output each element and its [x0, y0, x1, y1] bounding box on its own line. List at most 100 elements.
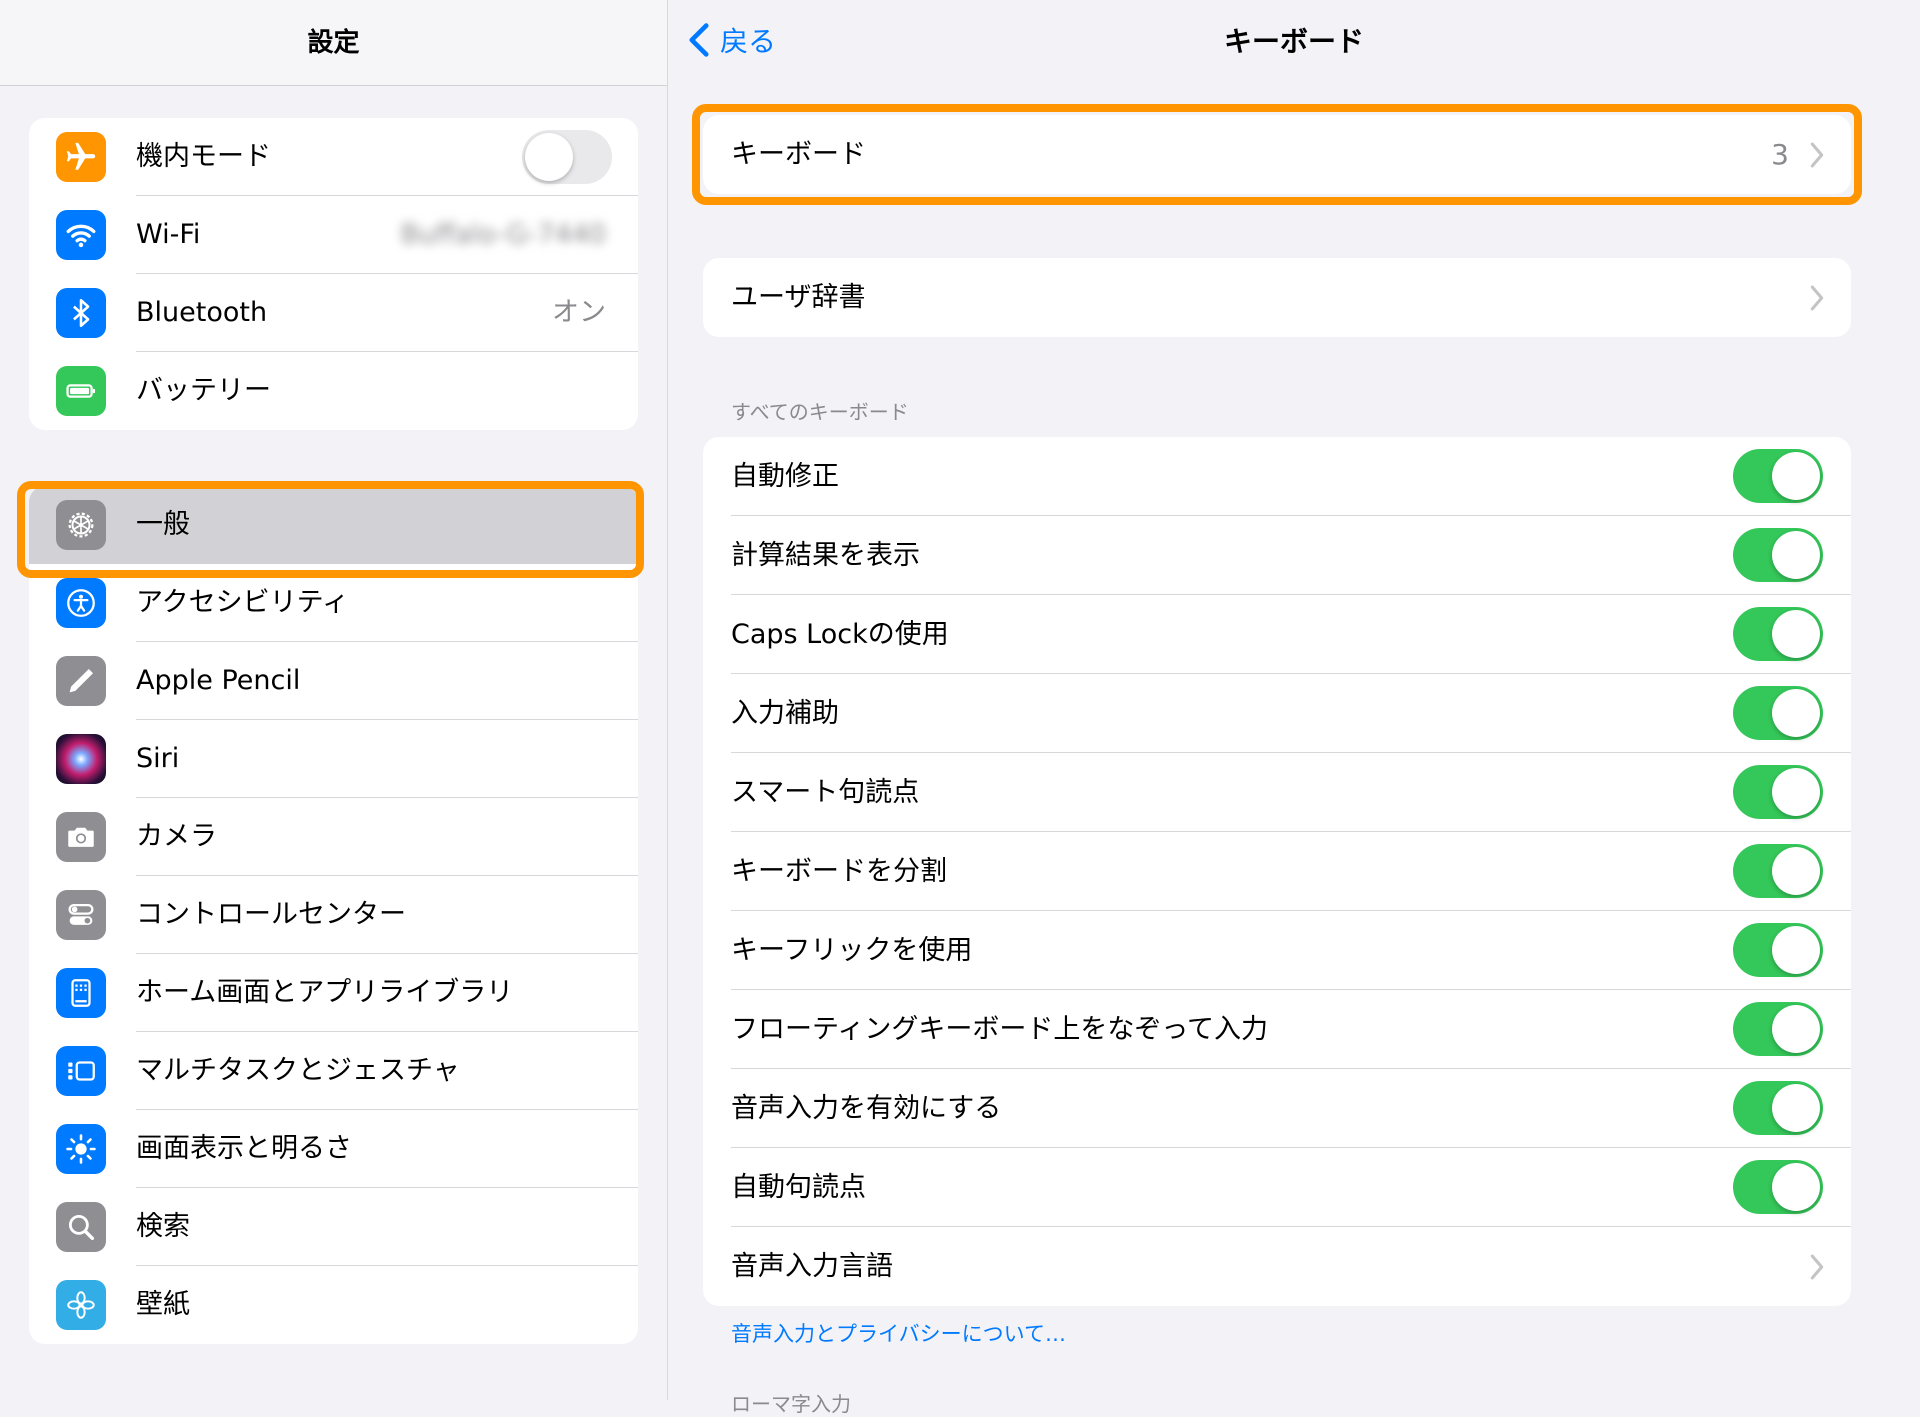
setting-row-split-keyboard: キーボードを分割 [703, 832, 1851, 911]
sidebar-item-label: 壁紙 [136, 1289, 190, 1320]
wallpaper-icon [56, 1280, 106, 1330]
sidebar-item-apple-pencil[interactable]: Apple Pencil [29, 642, 638, 720]
sidebar-item-label: マルチタスクとジェスチャ [136, 1055, 460, 1086]
setting-row-caps-lock: Caps Lockの使用 [703, 595, 1851, 674]
chevron-right-icon [1810, 1254, 1824, 1280]
setting-label: 音声入力を有効にする [731, 1093, 1002, 1124]
sidebar-header: 設定 [0, 0, 667, 86]
airplane-icon [56, 132, 106, 182]
setting-row-key-flicks: キーフリックを使用 [703, 911, 1851, 990]
chevron-right-icon [1810, 142, 1824, 168]
all-keyboards-group: 自動修正 計算結果を表示 Caps Lockの使用 入力補助 スマート句読点 キ… [703, 437, 1851, 1306]
user-dictionary-group: ユーザ辞書 [703, 258, 1851, 337]
sidebar-item-label: 機内モード [136, 141, 271, 172]
page-title: キーボード [1223, 25, 1364, 58]
sidebar-item-label: コントロールセンター [136, 899, 406, 930]
caps-lock-toggle[interactable] [1733, 607, 1823, 661]
sidebar-item-label: 検索 [136, 1211, 190, 1242]
sidebar-item-label: 一般 [136, 509, 190, 540]
key-flicks-toggle[interactable] [1733, 923, 1823, 977]
keyboards-count: 3 [1771, 138, 1789, 171]
dictation-privacy-link[interactable]: 音声入力とプライバシーについて… [731, 1318, 1066, 1348]
multitask-icon [56, 1046, 106, 1096]
sidebar-item-general[interactable]: 一般 [29, 486, 638, 564]
keyboard-settings-pane: 戻る キーボード キーボード 3 ユーザ辞書 すべてのキーボード 自動修正 計算… [668, 0, 1920, 1416]
show-calculation-toggle[interactable] [1733, 528, 1823, 582]
sidebar-title: 設定 [307, 28, 360, 58]
bluetooth-icon [56, 288, 106, 338]
setting-label: スマート句読点 [731, 777, 920, 808]
gear-icon [56, 500, 106, 550]
setting-row-auto-correction: 自動修正 [703, 437, 1851, 516]
setting-row-show-calculation: 計算結果を表示 [703, 516, 1851, 595]
sidebar-item-accessibility[interactable]: アクセシビリティ [29, 564, 638, 642]
setting-row-enable-dictation: 音声入力を有効にする [703, 1069, 1851, 1148]
sidebar-item-search[interactable]: 検索 [29, 1188, 638, 1266]
user-dictionary-row[interactable]: ユーザ辞書 [703, 258, 1851, 337]
setting-label: 自動修正 [731, 461, 839, 492]
setting-label: 入力補助 [731, 698, 839, 729]
pencil-icon [56, 656, 106, 706]
setting-label: フローティングキーボード上をなぞって入力 [731, 1014, 1269, 1045]
setting-row-smart-punctuation: スマート句読点 [703, 753, 1851, 832]
sidebar-item-control-center[interactable]: コントロールセンター [29, 876, 638, 954]
auto-punctuation-toggle[interactable] [1733, 1160, 1823, 1214]
setting-label: キーボードを分割 [731, 856, 947, 887]
siri-icon [56, 734, 106, 784]
control-center-icon [56, 890, 106, 940]
sidebar-item-label: Siri [136, 743, 180, 774]
sidebar-item-label: カメラ [136, 821, 217, 852]
sidebar-item-display-brightness[interactable]: 画面表示と明るさ [29, 1110, 638, 1188]
keyboards-row[interactable]: キーボード 3 [703, 115, 1851, 194]
wifi-network-name: Buffalo-G-7440 [400, 219, 606, 250]
sidebar-item-camera[interactable]: カメラ [29, 798, 638, 876]
keyboards-group: キーボード 3 [703, 115, 1851, 194]
sidebar-item-label: Wi-Fi [136, 219, 201, 250]
setting-row-dictation-languages[interactable]: 音声入力言語 [703, 1227, 1851, 1306]
search-icon [56, 1202, 106, 1252]
battery-icon [56, 366, 106, 416]
sidebar-item-airplane-mode[interactable]: 機内モード [29, 118, 638, 196]
settings-sidebar: 設定 機内モード Wi-Fi Buffalo-G-7440 Bluetooth … [0, 0, 668, 1400]
auto-correction-toggle[interactable] [1733, 449, 1823, 503]
sidebar-item-label: ホーム画面とアプリライブラリ [136, 977, 514, 1008]
setting-label: 自動句読点 [731, 1172, 866, 1203]
sidebar-group-connectivity: 機内モード Wi-Fi Buffalo-G-7440 Bluetooth オン … [29, 118, 638, 430]
sidebar-item-bluetooth[interactable]: Bluetooth オン [29, 274, 638, 352]
sidebar-item-siri[interactable]: Siri [29, 720, 638, 798]
section-header-all-keyboards: すべてのキーボード [731, 400, 909, 424]
setting-label: 音声入力言語 [731, 1251, 893, 1282]
sidebar-item-label: アクセシビリティ [136, 587, 350, 618]
setting-row-predictive: 入力補助 [703, 674, 1851, 753]
sidebar-group-general: 一般 アクセシビリティ Apple Pencil Siri カメラ コントロール… [29, 486, 638, 1344]
sidebar-item-battery[interactable]: バッテリー [29, 352, 638, 430]
camera-icon [56, 812, 106, 862]
accessibility-icon [56, 578, 106, 628]
sidebar-item-home-screen[interactable]: ホーム画面とアプリライブラリ [29, 954, 638, 1032]
slide-to-type-toggle[interactable] [1733, 1002, 1823, 1056]
smart-punctuation-toggle[interactable] [1733, 765, 1823, 819]
setting-label: 計算結果を表示 [731, 540, 920, 571]
chevron-right-icon [1810, 285, 1824, 311]
setting-row-slide-to-type: フローティングキーボード上をなぞって入力 [703, 990, 1851, 1069]
brightness-icon [56, 1124, 106, 1174]
bluetooth-status: オン [552, 297, 606, 328]
sidebar-item-multitasking[interactable]: マルチタスクとジェスチャ [29, 1032, 638, 1110]
wifi-icon [56, 210, 106, 260]
split-keyboard-toggle[interactable] [1733, 844, 1823, 898]
setting-row-auto-punctuation: 自動句読点 [703, 1148, 1851, 1227]
sidebar-item-label: Bluetooth [136, 297, 268, 328]
home-screen-icon [56, 968, 106, 1018]
predictive-toggle[interactable] [1733, 686, 1823, 740]
sidebar-item-wifi[interactable]: Wi-Fi Buffalo-G-7440 [29, 196, 638, 274]
setting-label: Caps Lockの使用 [731, 619, 949, 650]
sidebar-item-label: 画面表示と明るさ [136, 1133, 352, 1164]
airplane-mode-toggle[interactable] [522, 130, 612, 184]
sidebar-item-label: Apple Pencil [136, 665, 301, 696]
user-dictionary-label: ユーザ辞書 [731, 282, 866, 313]
section-header-romaji: ローマ字入力 [731, 1392, 851, 1416]
enable-dictation-toggle[interactable] [1733, 1081, 1823, 1135]
sidebar-item-label: バッテリー [136, 375, 271, 406]
sidebar-item-wallpaper[interactable]: 壁紙 [29, 1266, 638, 1344]
setting-label: キーフリックを使用 [731, 935, 973, 966]
